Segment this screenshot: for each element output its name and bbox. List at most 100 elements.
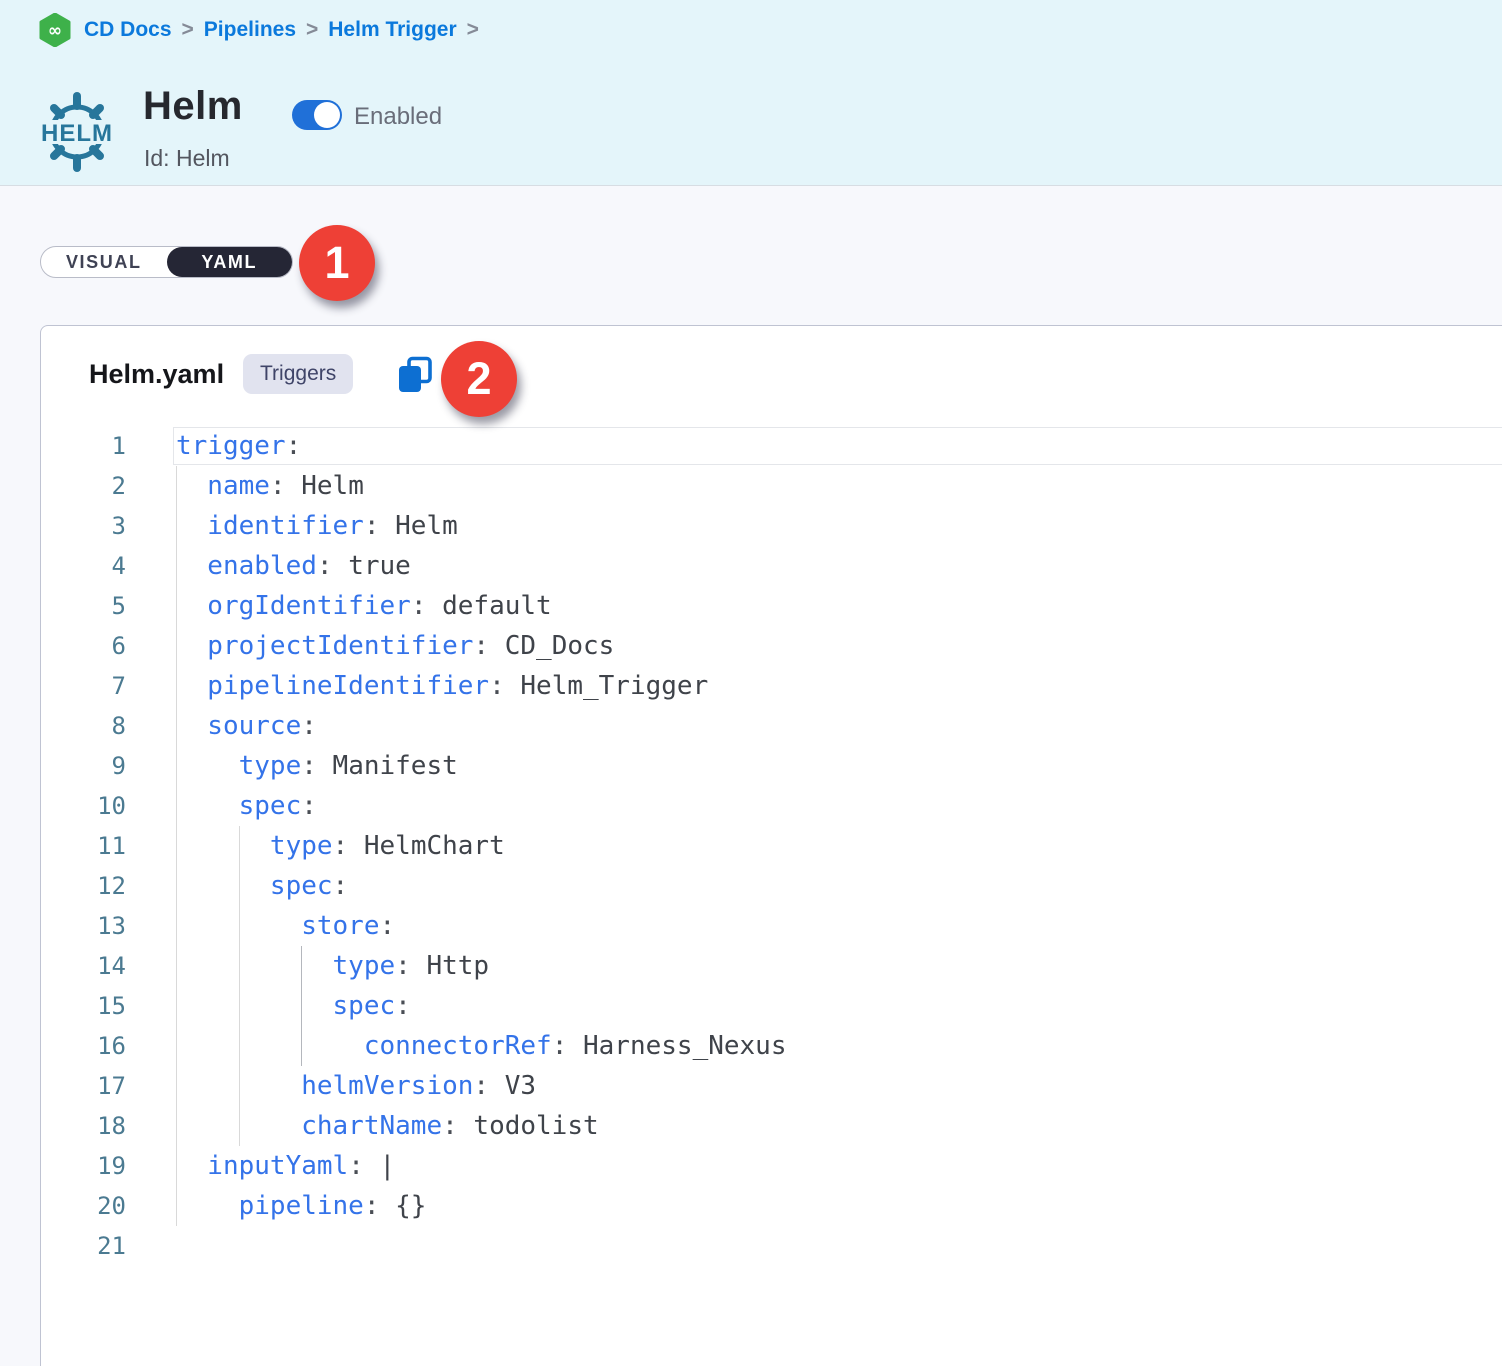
indent-guide — [176, 826, 177, 866]
indent-guide — [176, 466, 177, 506]
code-line[interactable]: 14 type: Http — [41, 946, 1502, 986]
line-number: 7 — [41, 666, 126, 706]
code-line[interactable]: 18 chartName: todolist — [41, 1106, 1502, 1146]
yaml-key: pipelineIdentifier — [176, 671, 489, 701]
code-line[interactable]: 2 name: Helm — [41, 466, 1502, 506]
current-line-highlight — [173, 427, 1502, 465]
enabled-toggle[interactable] — [292, 100, 342, 130]
file-name: Helm.yaml — [89, 359, 224, 390]
yaml-key: chartName — [176, 1111, 442, 1141]
code-line[interactable]: 13 store: — [41, 906, 1502, 946]
yaml-value: default — [426, 591, 551, 621]
yaml-value: HelmChart — [348, 831, 505, 861]
code-content[interactable]: spec: — [176, 986, 1502, 1026]
indent-guide — [176, 666, 177, 706]
breadcrumb-separator: > — [306, 18, 318, 42]
code-content[interactable]: projectIdentifier: CD_Docs — [176, 626, 1502, 666]
yaml-colon: : — [301, 711, 317, 741]
yaml-value: Harness_Nexus — [567, 1031, 786, 1061]
triggers-badge: Triggers — [243, 354, 353, 394]
annotation-step-2: 2 — [441, 341, 517, 417]
yaml-colon: : — [301, 751, 317, 781]
toggle-knob — [314, 102, 340, 128]
svg-text:HELM: HELM — [41, 120, 113, 147]
code-line[interactable]: 3 identifier: Helm — [41, 506, 1502, 546]
code-content[interactable]: helmVersion: V3 — [176, 1066, 1502, 1106]
code-line[interactable]: 10 spec: — [41, 786, 1502, 826]
code-line[interactable]: 9 type: Manifest — [41, 746, 1502, 786]
page: ∞ CD Docs > Pipelines > Helm Trigger > H — [0, 0, 1502, 1366]
line-number: 16 — [41, 1026, 126, 1066]
code-content[interactable]: identifier: Helm — [176, 506, 1502, 546]
yaml-colon: : — [317, 551, 333, 581]
code-line[interactable]: 5 orgIdentifier: default — [41, 586, 1502, 626]
yaml-key: store — [176, 911, 380, 941]
line-number: 1 — [41, 426, 126, 466]
yaml-value: Helm_Trigger — [505, 671, 709, 701]
cd-pipeline-icon: ∞ — [38, 13, 72, 47]
code-line[interactable]: 17 helmVersion: V3 — [41, 1066, 1502, 1106]
indent-guide — [239, 826, 240, 866]
yaml-value: true — [333, 551, 411, 581]
code-content[interactable]: spec: — [176, 786, 1502, 826]
line-number: 12 — [41, 866, 126, 906]
svg-text:∞: ∞ — [48, 21, 62, 41]
indent-guide — [239, 1066, 240, 1106]
code-content[interactable]: connectorRef: Harness_Nexus — [176, 1026, 1502, 1066]
indent-guide — [301, 946, 302, 986]
code-line[interactable]: 1trigger: — [41, 426, 1502, 466]
code-line[interactable]: 11 type: HelmChart — [41, 826, 1502, 866]
code-content[interactable]: enabled: true — [176, 546, 1502, 586]
yaml-colon: : — [442, 1111, 458, 1141]
yaml-key: type — [176, 751, 301, 781]
indent-guide — [176, 1106, 177, 1146]
breadcrumb-link-helm-trigger[interactable]: Helm Trigger — [328, 18, 456, 42]
indent-guide — [176, 706, 177, 746]
yaml-value: CD_Docs — [489, 631, 614, 661]
yaml-panel-header: Helm.yaml Triggers — [41, 326, 1502, 426]
code-content[interactable]: store: — [176, 906, 1502, 946]
line-number: 9 — [41, 746, 126, 786]
yaml-value: Http — [411, 951, 489, 981]
code-content[interactable]: name: Helm — [176, 466, 1502, 506]
line-number: 20 — [41, 1186, 126, 1226]
code-content[interactable]: spec: — [176, 866, 1502, 906]
yaml-editor[interactable]: 1trigger:2 name: Helm3 identifier: Helm4… — [41, 426, 1502, 1366]
code-content[interactable]: type: HelmChart — [176, 826, 1502, 866]
code-line[interactable]: 19 inputYaml: | — [41, 1146, 1502, 1186]
indent-guide — [176, 506, 177, 546]
page-title: Helm — [143, 84, 243, 129]
indent-guide — [176, 1026, 177, 1066]
code-content[interactable]: type: Http — [176, 946, 1502, 986]
code-line[interactable]: 12 spec: — [41, 866, 1502, 906]
code-line[interactable]: 21 — [41, 1226, 1502, 1266]
yaml-colon: : — [473, 1071, 489, 1101]
code-line[interactable]: 4 enabled: true — [41, 546, 1502, 586]
yaml-colon: : — [552, 1031, 568, 1061]
code-content[interactable]: pipeline: {} — [176, 1186, 1502, 1226]
copy-icon[interactable] — [397, 356, 433, 394]
code-content[interactable]: source: — [176, 706, 1502, 746]
breadcrumb-link-cd-docs[interactable]: CD Docs — [84, 18, 172, 42]
yaml-colon: : — [364, 1191, 380, 1221]
yaml-value: V3 — [489, 1071, 536, 1101]
code-line[interactable]: 16 connectorRef: Harness_Nexus — [41, 1026, 1502, 1066]
code-content[interactable]: chartName: todolist — [176, 1106, 1502, 1146]
code-content[interactable]: pipelineIdentifier: Helm_Trigger — [176, 666, 1502, 706]
code-line[interactable]: 15 spec: — [41, 986, 1502, 1026]
code-content[interactable]: orgIdentifier: default — [176, 586, 1502, 626]
code-content[interactable] — [176, 1226, 1502, 1266]
code-content[interactable]: inputYaml: | — [176, 1146, 1502, 1186]
tab-yaml[interactable]: YAML — [167, 247, 293, 277]
code-line[interactable]: 7 pipelineIdentifier: Helm_Trigger — [41, 666, 1502, 706]
line-number: 4 — [41, 546, 126, 586]
code-line[interactable]: 8 source: — [41, 706, 1502, 746]
code-line[interactable]: 6 projectIdentifier: CD_Docs — [41, 626, 1502, 666]
tab-visual[interactable]: VISUAL — [41, 247, 167, 277]
code-line[interactable]: 20 pipeline: {} — [41, 1186, 1502, 1226]
breadcrumb-link-pipelines[interactable]: Pipelines — [204, 18, 296, 42]
code-content[interactable]: type: Manifest — [176, 746, 1502, 786]
line-number: 17 — [41, 1066, 126, 1106]
yaml-key: type — [176, 951, 395, 981]
indent-guide — [176, 586, 177, 626]
